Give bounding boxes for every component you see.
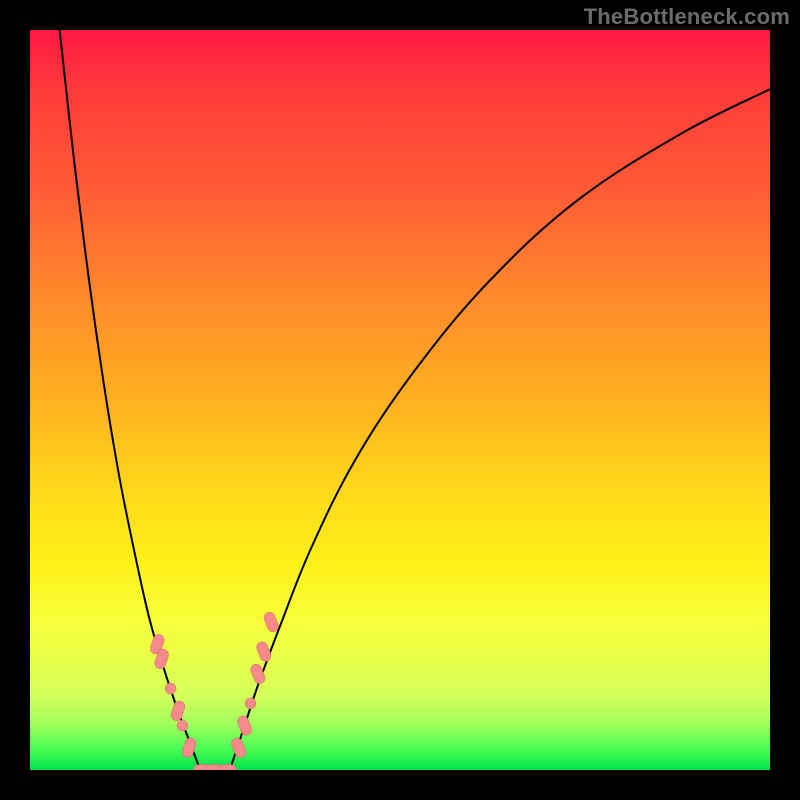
data-marker	[177, 720, 188, 731]
bottleneck-curve-left	[60, 30, 201, 770]
data-marker	[230, 736, 248, 759]
data-marker	[245, 698, 256, 709]
data-marker	[170, 700, 187, 722]
chart-container: TheBottleneck.com	[0, 0, 800, 800]
data-marker	[236, 714, 254, 737]
data-marker	[165, 683, 176, 694]
plot-area	[30, 30, 770, 770]
data-marker	[219, 765, 237, 771]
watermark-text: TheBottleneck.com	[584, 4, 790, 30]
bottleneck-curve-right	[230, 89, 770, 770]
data-marker	[255, 640, 273, 663]
data-marker	[262, 611, 280, 634]
chart-svg	[30, 30, 770, 770]
markers-group	[149, 611, 280, 770]
